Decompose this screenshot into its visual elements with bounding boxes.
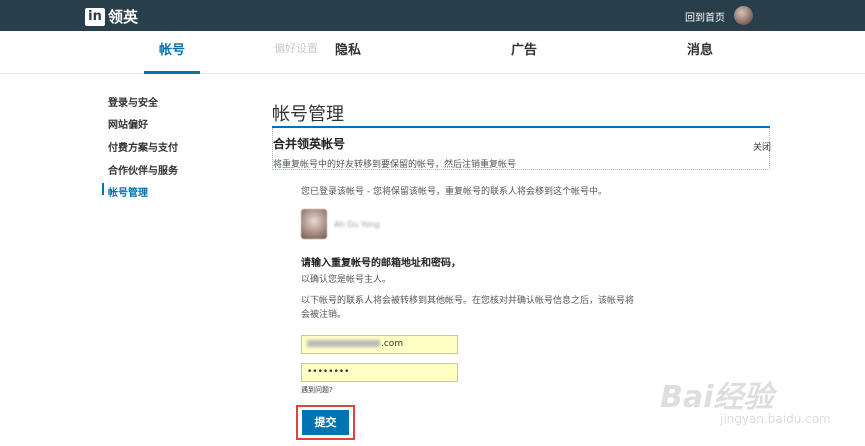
transfer-notice: 以下帐号的联系人将会被转移到其他帐号。在您核对并确认帐号信息之后，该帐号将会被注…: [301, 296, 635, 320]
top-bar: in 领英 回到首页: [0, 0, 865, 31]
blurred-email: [307, 340, 380, 347]
back-to-home-link[interactable]: 回到首页: [685, 9, 725, 24]
info-text: 您已登录该帐号 - 您将保留该帐号，重复帐号的联系人将会移到这个帐号中。: [301, 187, 607, 197]
problem-link[interactable]: 遇到问题?: [301, 385, 333, 395]
password-field[interactable]: ••••••••: [301, 363, 458, 382]
settings-nav: 偏好设置 帐号 隐私 广告 消息: [0, 31, 865, 74]
sidebar-item-partners[interactable]: 合作伙伴与服务: [108, 162, 178, 177]
prompt-subtext: 以确认您是帐号主人。: [301, 275, 392, 285]
tab-ads[interactable]: 广告: [474, 31, 574, 74]
watermark-logo: Bai经验: [660, 380, 774, 415]
email-suffix: .com: [381, 339, 404, 349]
sidebar-active-marker: [102, 183, 104, 195]
sidebar-item-payments[interactable]: 付费方案与支付: [108, 139, 178, 154]
prompt-heading: 请输入重复帐号的邮箱地址和密码，: [301, 258, 461, 269]
sidebar-item-account-management[interactable]: 帐号管理: [108, 184, 148, 199]
sidebar-item-login-security[interactable]: 登录与安全: [108, 94, 158, 109]
close-button[interactable]: 关闭: [753, 140, 771, 153]
tab-messages[interactable]: 消息: [650, 31, 750, 74]
tab-privacy[interactable]: 隐私: [298, 31, 398, 74]
person-avatar: [301, 209, 327, 239]
submit-button[interactable]: 提交: [302, 410, 349, 435]
email-field[interactable]: .com: [301, 335, 458, 354]
watermark-url: jingyan.baidu.com: [720, 412, 831, 426]
person-name: Ah Gu Yong: [334, 220, 380, 229]
sidebar-item-site-preferences[interactable]: 网站偏好: [108, 116, 148, 131]
linkedin-logo[interactable]: in 领英: [85, 6, 138, 27]
tab-account[interactable]: 帐号: [122, 31, 222, 74]
page-title: 帐号管理: [272, 104, 344, 125]
linkedin-logo-icon: in: [85, 7, 105, 26]
avatar[interactable]: [734, 6, 753, 25]
logo-text: 领英: [108, 8, 139, 26]
merge-card-subtitle: 将重复帐号中的好友转移到要保留的帐号，然后注销重复帐号: [273, 160, 517, 170]
merge-card-title: 合并领英帐号: [273, 137, 346, 151]
